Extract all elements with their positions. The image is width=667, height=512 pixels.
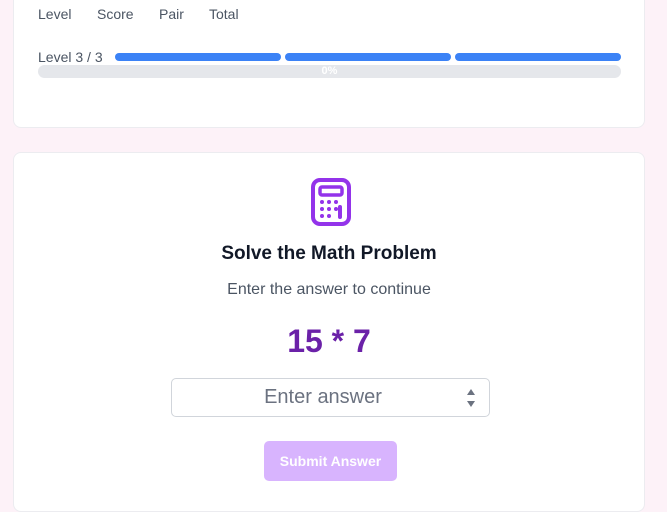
level-indicator: Level 3 / 3 (38, 49, 621, 65)
progress-bar: 0% (38, 65, 621, 78)
stat-level-label: Level (38, 6, 72, 22)
answer-input[interactable] (172, 379, 462, 416)
stat-pair-label: Pair (159, 6, 184, 22)
stats-header: Level Score Pair Total (38, 6, 239, 22)
level-label: Level 3 / 3 (38, 49, 103, 65)
level-segment (115, 53, 281, 61)
game-status-card: Level Score Pair Total Level 3 / 3 0% (13, 0, 645, 128)
challenge-title: Solve the Math Problem (221, 243, 437, 264)
submit-answer-button[interactable]: Submit Answer (264, 441, 397, 481)
progress-text: 0% (321, 65, 338, 77)
math-challenge-card: Solve the Math Problem Enter the answer … (13, 152, 645, 512)
calculator-icon (309, 177, 353, 227)
stat-total-label: Total (209, 6, 239, 22)
number-stepper-icon[interactable] (465, 387, 477, 409)
level-segment (285, 53, 451, 61)
math-problem: 15 * 7 (287, 323, 371, 359)
challenge-subtitle: Enter the answer to continue (227, 281, 431, 298)
answer-field[interactable] (171, 378, 490, 417)
stat-score-label: Score (97, 6, 134, 22)
level-segment (455, 53, 621, 61)
